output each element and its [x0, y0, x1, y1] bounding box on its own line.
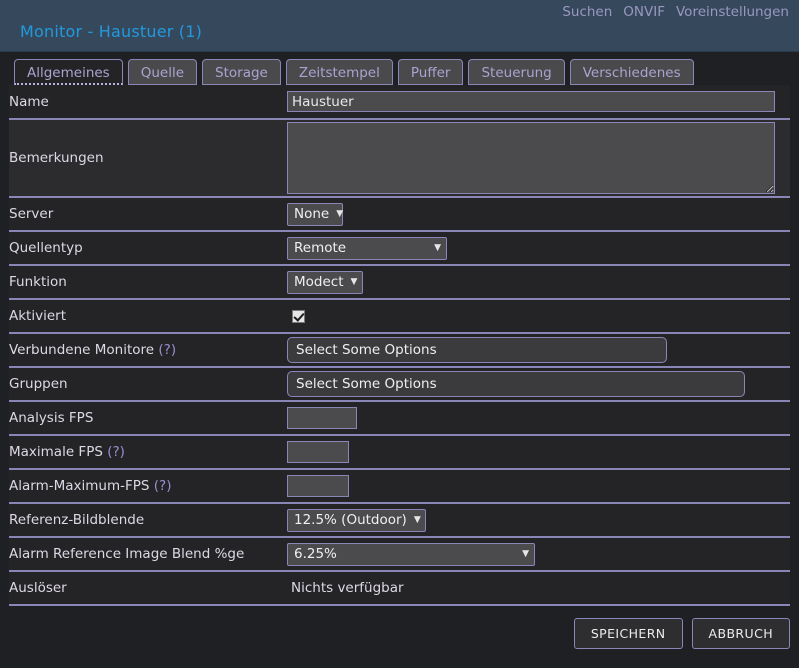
nav-link-suchen[interactable]: Suchen — [562, 4, 612, 20]
linked-monitors-multiselect[interactable]: Select Some Options — [287, 337, 667, 363]
groups-placeholder: Select Some Options — [296, 376, 437, 392]
name-input[interactable] — [287, 91, 775, 112]
tab-verschiedenes[interactable]: Verschiedenes — [569, 59, 694, 85]
label-name: Name — [9, 85, 287, 120]
label-alarm-ref-blend: Alarm Reference Image Blend %ge — [9, 537, 287, 572]
alarm-ref-blend-select[interactable]: 6.25% ▼ — [287, 542, 535, 566]
triggers-value: Nichts verfügbar — [291, 580, 404, 596]
source-type-select-value: Remote — [294, 240, 347, 256]
row-enabled: Aktiviert — [9, 299, 790, 334]
server-select[interactable]: None ▼ — [287, 202, 344, 226]
monitor-settings-form: Name Bemerkungen Server None ▼ Quellenty… — [0, 85, 799, 606]
label-function: Funktion — [9, 265, 287, 300]
save-button[interactable]: SPEICHERN — [573, 618, 683, 649]
function-select-value: Modect — [294, 274, 344, 290]
notes-textarea[interactable] — [287, 122, 775, 194]
row-source-type: Quellentyp Remote ▼ — [9, 231, 790, 266]
row-function: Funktion Modect ▼ — [9, 265, 790, 300]
label-alarm-max-fps: Alarm-Maximum-FPS (?) — [9, 469, 287, 504]
row-linked-monitors: Verbundene Monitore (?) Select Some Opti… — [9, 333, 790, 368]
label-triggers: Auslöser — [9, 571, 287, 606]
tab-bar: Allgemeines Quelle Storage Zeitstempel P… — [0, 52, 799, 85]
enabled-checkbox[interactable] — [292, 309, 305, 323]
label-max-fps: Maximale FPS (?) — [9, 435, 287, 470]
ref-blend-select[interactable]: 12.5% (Outdoor) ▼ — [287, 508, 426, 532]
label-source-type: Quellentyp — [9, 231, 287, 266]
row-alarm-ref-blend: Alarm Reference Image Blend %ge 6.25% ▼ — [9, 537, 790, 572]
row-alarm-max-fps: Alarm-Maximum-FPS (?) — [9, 469, 790, 504]
label-server: Server — [9, 197, 287, 232]
alarm-max-fps-label-text: Alarm-Maximum-FPS — [9, 478, 150, 494]
alarm-max-fps-input[interactable] — [287, 475, 349, 497]
label-linked-monitors: Verbundene Monitore (?) — [9, 333, 287, 368]
nav-link-onvif[interactable]: ONVIF — [623, 4, 665, 20]
top-nav: Suchen ONVIF Voreinstellungen — [562, 4, 789, 20]
row-max-fps: Maximale FPS (?) — [9, 435, 790, 470]
chevron-down-icon: ▼ — [336, 209, 344, 219]
label-notes: Bemerkungen — [9, 119, 287, 198]
tab-quelle[interactable]: Quelle — [127, 59, 198, 85]
row-groups: Gruppen Select Some Options — [9, 367, 790, 402]
analysis-fps-input[interactable] — [287, 407, 357, 429]
label-enabled: Aktiviert — [9, 299, 287, 334]
chevron-down-icon: ▼ — [434, 243, 441, 253]
cancel-button[interactable]: ABBRUCH — [691, 618, 790, 649]
alarm-ref-blend-select-value: 6.25% — [294, 546, 337, 562]
row-ref-blend: Referenz-Bildblende 12.5% (Outdoor) ▼ — [9, 503, 790, 538]
max-fps-input[interactable] — [287, 441, 349, 463]
row-name: Name — [9, 85, 790, 120]
nav-link-voreinstellungen[interactable]: Voreinstellungen — [676, 4, 789, 20]
max-fps-help-icon[interactable]: (?) — [107, 444, 125, 460]
app-header: Suchen ONVIF Voreinstellungen Monitor - … — [0, 0, 799, 52]
label-groups: Gruppen — [9, 367, 287, 402]
linked-monitors-help-icon[interactable]: (?) — [158, 342, 176, 358]
linked-monitors-placeholder: Select Some Options — [296, 342, 437, 358]
row-triggers: Auslöser Nichts verfügbar — [9, 571, 790, 606]
tab-zeitstempel[interactable]: Zeitstempel — [285, 59, 393, 85]
tab-puffer[interactable]: Puffer — [397, 59, 464, 85]
groups-multiselect[interactable]: Select Some Options — [287, 371, 745, 397]
tab-storage[interactable]: Storage — [202, 59, 281, 85]
label-ref-blend: Referenz-Bildblende — [9, 503, 287, 538]
chevron-down-icon: ▼ — [413, 515, 421, 525]
function-select[interactable]: Modect ▼ — [287, 270, 363, 294]
page-title: Monitor - Haustuer (1) — [20, 22, 203, 41]
chevron-down-icon: ▼ — [350, 277, 358, 287]
tab-steuerung[interactable]: Steuerung — [468, 59, 565, 85]
chevron-down-icon: ▼ — [522, 549, 529, 559]
row-analysis-fps: Analysis FPS — [9, 401, 790, 436]
source-type-select[interactable]: Remote ▼ — [287, 236, 447, 260]
tab-allgemeines[interactable]: Allgemeines — [14, 59, 123, 85]
label-analysis-fps: Analysis FPS — [9, 401, 287, 436]
row-notes: Bemerkungen — [9, 119, 790, 198]
server-select-value: None — [294, 206, 330, 222]
row-server: Server None ▼ — [9, 197, 790, 232]
linked-monitors-label-text: Verbundene Monitore — [9, 342, 155, 358]
form-actions: SPEICHERN ABBRUCH — [0, 606, 799, 649]
alarm-max-fps-help-icon[interactable]: (?) — [154, 478, 172, 494]
ref-blend-select-value: 12.5% (Outdoor) — [294, 512, 407, 528]
max-fps-label-text: Maximale FPS — [9, 444, 103, 460]
